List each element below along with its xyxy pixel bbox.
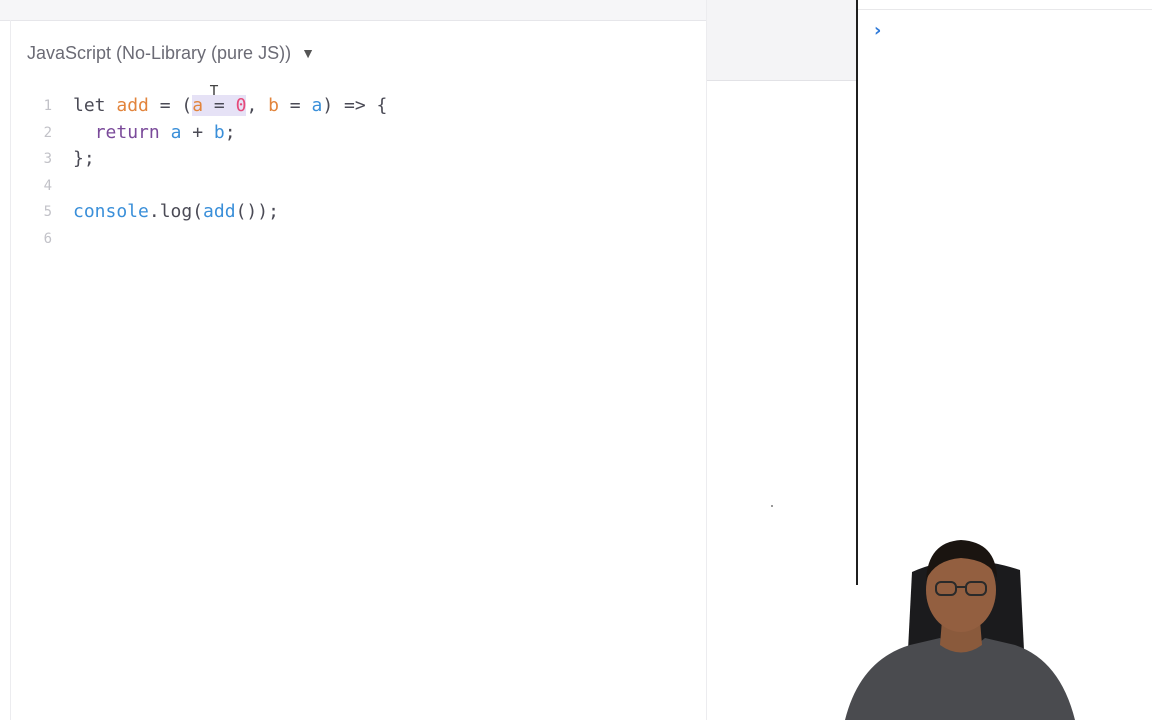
- code-line[interactable]: 4: [30, 173, 690, 200]
- code-token: a: [170, 121, 182, 143]
- webcam-presenter: [845, 540, 1075, 720]
- language-label: JavaScript (No-Library (pure JS)): [27, 42, 292, 63]
- code-token: ) => {: [322, 95, 388, 116]
- result-dot: [771, 505, 773, 507]
- code-token: = (: [148, 95, 193, 116]
- editor-pane: JavaScript (No-Library (pure JS)) ▼ Ｉ 1l…: [0, 0, 706, 720]
- code-token: };: [73, 148, 95, 170]
- code-token: add: [203, 201, 236, 223]
- code-token: a: [311, 95, 323, 116]
- code-line[interactable]: 1 let add = (a = 0, b = a) => {: [30, 93, 690, 120]
- code-line[interactable]: 5 console.log(add());: [30, 199, 690, 226]
- code-token: .log(: [148, 201, 204, 223]
- console-header: [858, 0, 1152, 10]
- result-pane: [706, 0, 858, 720]
- result-header: [707, 0, 858, 81]
- code-editor[interactable]: 1 let add = (a = 0, b = a) => {2 return a…: [30, 93, 690, 253]
- code-token: console: [73, 201, 149, 223]
- code-token: b: [268, 95, 279, 116]
- code-token: =: [203, 95, 236, 116]
- code-token: ());: [235, 201, 279, 223]
- line-number: 6: [43, 230, 52, 247]
- line-number: 4: [43, 177, 52, 194]
- code-text[interactable]: return a + b;: [73, 120, 236, 147]
- line-number: 1: [43, 98, 52, 114]
- code-token: +: [181, 121, 214, 143]
- code-text[interactable]: };: [73, 146, 95, 173]
- code-token: a: [192, 95, 204, 116]
- code-line[interactable]: 2 return a + b;: [30, 120, 690, 147]
- chevron-down-icon[interactable]: ▼: [301, 45, 315, 61]
- code-text[interactable]: console.log(add());: [73, 199, 279, 226]
- line-number: 5: [43, 204, 52, 221]
- code-token: ,: [246, 95, 269, 116]
- language-select[interactable]: JavaScript (No-Library (pure JS)) ▼: [27, 40, 315, 66]
- line-number: 2: [43, 124, 52, 141]
- code-token: return: [94, 121, 160, 143]
- code-token: 0: [235, 95, 247, 116]
- code-line[interactable]: 6: [30, 226, 690, 253]
- code-token: let: [73, 95, 117, 116]
- code-token: b: [213, 121, 225, 143]
- code-token: =: [278, 95, 312, 116]
- code-line[interactable]: 3};: [30, 146, 690, 173]
- editor-toolbar: [0, 0, 706, 21]
- code-token: ;: [224, 121, 236, 143]
- code-text[interactable]: let add = (a = 0, b = a) => {: [73, 93, 387, 120]
- code-token: add: [116, 95, 149, 116]
- line-number: 3: [43, 151, 52, 168]
- editor-gutter-border: [10, 20, 11, 720]
- console-prompt-icon[interactable]: ›: [874, 20, 881, 41]
